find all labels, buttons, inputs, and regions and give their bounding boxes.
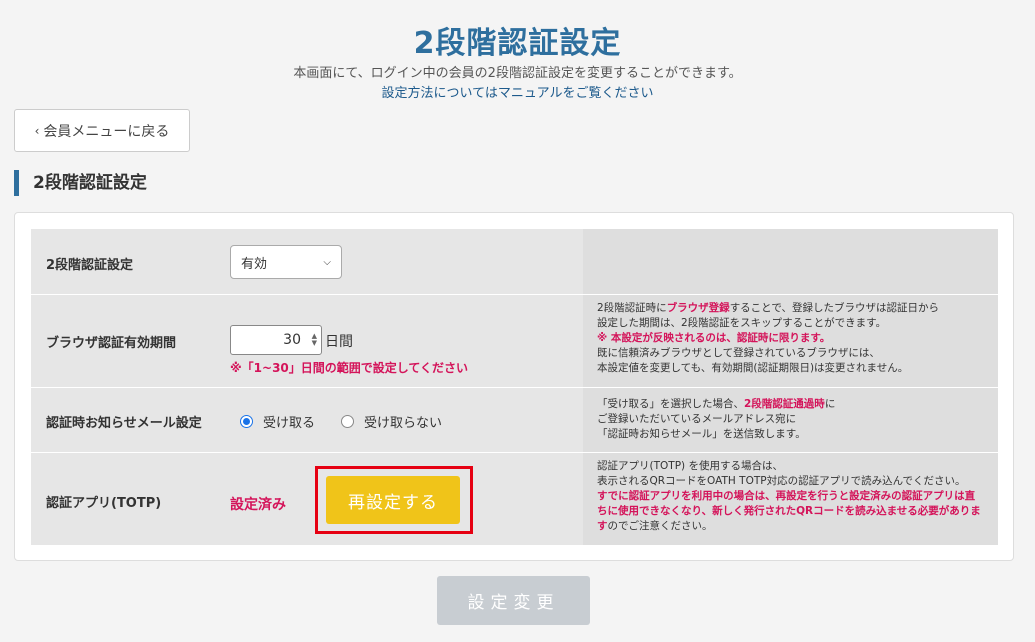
submit-settings-button[interactable]: 設定変更 <box>437 576 590 625</box>
back-to-member-menu-button[interactable]: ‹ 会員メニューに戻る <box>14 109 190 152</box>
twofa-setting-row: 2段階認証設定 有効 ⌵ <box>31 229 998 295</box>
browser-help-line3: ※ 本設定が反映されるのは、認証時に限ります。 <box>597 332 831 344</box>
totp-status: 設定済み <box>230 497 286 513</box>
page-description: 本画面にて、ログイン中の会員の2段階認証設定を変更することができます。 設定方法… <box>0 64 1035 104</box>
notify-help-line3: 「認証時お知らせメール」を送信致します。 <box>597 428 806 440</box>
browser-help-line2: 設定した期間は、2段階認証をスキップすることができます。 <box>597 317 887 329</box>
chevron-left-icon: ‹ <box>34 123 40 138</box>
totp-help-warning: すでに認証アプリを利用中の場合は、再設定を行うと設定済みの認証アプリは直ちに使用… <box>597 490 981 532</box>
totp-help-line2: 表示されるQRコードをOATH TOTP対応の認証アプリで読み込んでください。 <box>597 475 966 487</box>
browser-period-value: 30 <box>283 332 301 348</box>
radio-receive-label: 受け取る <box>263 416 316 431</box>
notify-help-line2: ご登録いただいているメールアドレス宛に <box>597 413 797 425</box>
notify-help-panel: 「受け取る」を選択した場合、2段階認証通過時に ご登録いただいているメールアドレ… <box>583 388 998 452</box>
section-title: 2段階認証設定 <box>14 170 147 196</box>
totp-label: 認証アプリ(TOTP) <box>46 496 162 511</box>
twofa-setting-select[interactable]: 有効 ⌵ <box>230 245 342 279</box>
browser-help-line4: 既に信頼済みブラウザとして登録されているブラウザには、 <box>597 347 880 359</box>
reset-totp-button[interactable]: 再設定する <box>326 476 460 524</box>
radio-decline[interactable]: 受け取らない <box>341 412 442 431</box>
page-title: 2段階認証設定 <box>413 26 622 61</box>
notify-mail-label: 認証時お知らせメール設定 <box>46 416 202 431</box>
totp-row: 認証アプリ(TOTP) 設定済み 再設定する 認証アプリ(TOTP) を使用する… <box>31 453 998 545</box>
browser-period-row: ブラウザ認証有効期間 30 ▲ ▼ 日間 ※「1~30」日間の範囲で設定してくださ… <box>31 295 998 388</box>
browser-period-warning: ※「1~30」日間の範囲で設定してください <box>230 361 469 375</box>
radio-receive[interactable]: 受け取る <box>240 412 315 431</box>
browser-help-line5: 本設定値を変更しても、有効期間(認証期限日)は変更されません。 <box>597 362 909 374</box>
manual-link[interactable]: 設定方法についてはマニュアルをご覧ください <box>0 84 1035 104</box>
chevron-down-icon: ⌵ <box>323 256 331 268</box>
settings-panel: 2段階認証設定 有効 ⌵ ブラウザ認証有効期間 30 ▲ ▼ 日間 ※「1~30」… <box>14 212 1014 561</box>
twofa-setting-label: 2段階認証設定 <box>46 258 134 273</box>
notify-help-line1: 「受け取る」を選択した場合、2段階認証通過時に <box>597 398 836 410</box>
twofa-help-panel <box>583 229 998 294</box>
twofa-select-value: 有効 <box>241 256 268 272</box>
radio-decline-label: 受け取らない <box>364 416 443 431</box>
radio-receive-icon[interactable] <box>240 415 253 428</box>
browser-period-unit: 日間 <box>325 334 353 350</box>
browser-help-line1: 2段階認証時にブラウザ登録することで、登録したブラウザは認証日から <box>597 302 939 314</box>
browser-help-panel: 2段階認証時にブラウザ登録することで、登録したブラウザは認証日から 設定した期間… <box>583 295 998 387</box>
browser-period-label: ブラウザ認証有効期間 <box>46 336 177 351</box>
totp-help-panel: 認証アプリ(TOTP) を使用する場合は、 表示されるQRコードをOATH TO… <box>583 453 998 545</box>
notify-mail-row: 認証時お知らせメール設定 受け取る 受け取らない 「受け取る」を選択した場合、2… <box>31 388 998 453</box>
totp-help-line1: 認証アプリ(TOTP) を使用する場合は、 <box>597 460 783 472</box>
radio-decline-icon[interactable] <box>341 415 355 428</box>
browser-period-input[interactable]: 30 ▲ ▼ <box>230 325 322 355</box>
notify-mail-radio-group: 受け取る 受け取らない <box>240 412 468 431</box>
back-button-label: 会員メニューに戻る <box>43 123 170 140</box>
page-description-text: 本画面にて、ログイン中の会員の2段階認証設定を変更することができます。 <box>293 66 742 81</box>
spinner-icon[interactable]: ▲ ▼ <box>312 333 317 347</box>
